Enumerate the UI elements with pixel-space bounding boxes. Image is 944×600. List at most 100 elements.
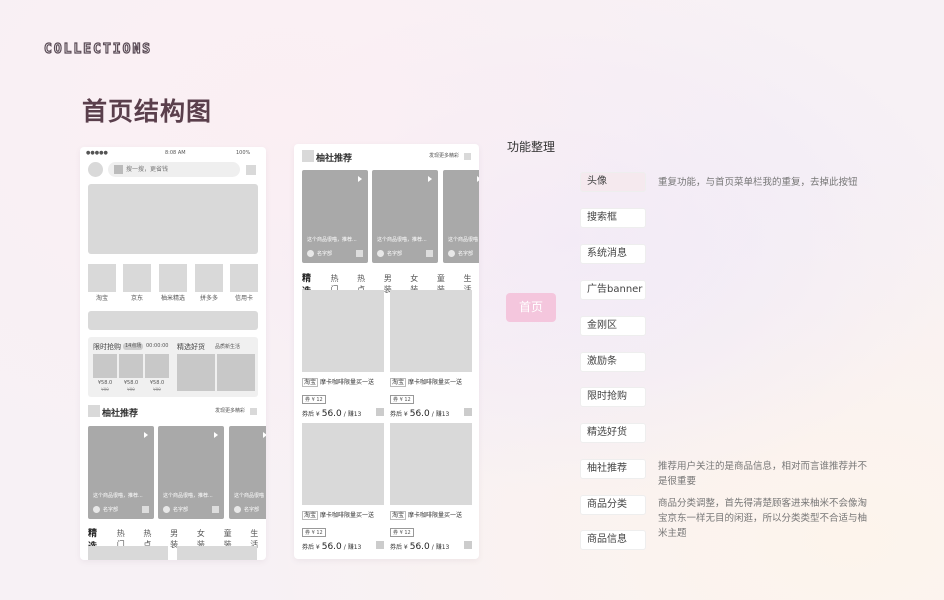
flash-item-price: ¥58.0	[123, 380, 139, 386]
rec-card[interactable]: 这个商品很喵，推荐... 名字部	[158, 426, 224, 519]
incentive-bar[interactable]	[88, 311, 258, 330]
share-icon[interactable]	[464, 541, 472, 549]
rec-card[interactable]: 这个商品很喵，推荐... 名字部	[302, 170, 368, 263]
product-card[interactable]: 淘宝 摩卡咖啡限量买一送 券 ¥ 12 券后 ¥56.0/ 赚13	[302, 290, 384, 419]
flash-sale-title[interactable]: 限时抢购	[93, 342, 121, 352]
avatar[interactable]	[88, 162, 103, 177]
play-icon	[214, 432, 218, 438]
author-name: 名字部	[458, 251, 474, 257]
product-name: 淘宝 摩卡咖啡限量买一送	[302, 377, 384, 387]
earn-value: / 赚13	[431, 411, 450, 418]
like-icon[interactable]	[426, 250, 433, 257]
flash-item-price: ¥58.0	[149, 380, 165, 386]
flash-item[interactable]: ¥58.0 ¥99	[119, 354, 143, 392]
earn-value: / 赚13	[431, 544, 450, 551]
product-price: 券后 ¥56.0/ 赚13	[390, 541, 472, 552]
like-icon[interactable]	[212, 506, 219, 513]
rec-icon	[302, 150, 314, 162]
select-goods-image[interactable]	[177, 354, 215, 391]
flash-item[interactable]: ¥58.0 ¥99	[93, 354, 117, 392]
like-icon[interactable]	[142, 506, 149, 513]
share-icon[interactable]	[376, 541, 384, 549]
product-price: 券后 ¥56.0/ 赚13	[302, 408, 384, 419]
play-icon	[358, 176, 362, 182]
play-icon	[477, 176, 479, 182]
kingkong-label: 柚米精选	[160, 295, 185, 302]
kingkong-item-credit[interactable]: 信用卡	[230, 264, 258, 302]
flash-item-image	[145, 354, 169, 378]
select-goods-subtitle: 品质新生活	[215, 344, 241, 350]
rec-card-author: 名字部	[448, 250, 473, 257]
rec-card[interactable]: 这个商品很喵，推荐... 名字部	[372, 170, 438, 263]
price-value: 56.0	[409, 409, 430, 419]
shop-tag: 淘宝	[390, 511, 407, 520]
feature-ad-banner: 广告banner	[580, 280, 646, 300]
product-image	[390, 423, 472, 505]
price-value: 56.0	[321, 542, 342, 552]
coupon-badge: 券 ¥ 12	[390, 395, 414, 404]
product-card[interactable]: 淘宝 摩卡咖啡限量买一送 券 ¥ 12 券后 ¥56.0/ 赚13	[302, 423, 384, 552]
kingkong-item-youmi[interactable]: 柚米精选	[159, 264, 187, 302]
earn-value: / 赚13	[343, 411, 362, 418]
product-image	[302, 423, 384, 505]
rec-card-author: 名字部	[163, 506, 188, 513]
home-wireframe-phone: ●●●●● 8:08 AM 100% 搜一搜，更省钱 淘宝 京东 柚米精选 拼多…	[80, 147, 266, 560]
note-product-category: 商品分类调整，首先得清楚顾客进来柚米不会像淘宝京东一样无目的闲逛，所以分类类型不…	[658, 498, 868, 539]
product-image[interactable]	[177, 546, 257, 560]
price-value: 56.0	[321, 409, 342, 419]
feature-search-box: 搜索框	[580, 208, 646, 228]
feature-system-message: 系统消息	[580, 244, 646, 264]
promo-block: 限时抢购 14点场 00:00:00 ¥58.0 ¥99 ¥58.0 ¥99 ¥58…	[88, 337, 258, 397]
share-icon[interactable]	[464, 408, 472, 416]
rec-more-arrow-icon[interactable]	[250, 408, 257, 415]
feature-community-rec: 柚社推荐	[580, 459, 646, 479]
kingkong-item-pdd[interactable]: 拼多多	[195, 264, 223, 302]
author-name: 名字部	[173, 507, 189, 513]
select-goods-title[interactable]: 精选好货	[177, 342, 205, 352]
product-image[interactable]	[88, 546, 168, 560]
flash-item-old-price: ¥99	[153, 387, 161, 392]
feature-product-info: 商品信息	[580, 530, 646, 550]
kingkong-item-jd[interactable]: 京东	[123, 264, 151, 302]
home-wireframe-phone-scrolled: 柚社推荐 发现更多精彩 这个商品很喵，推荐... 名字部 这个商品很喵，推荐...…	[294, 144, 479, 559]
kingkong-icon	[230, 264, 258, 292]
feature-avatar: 头像	[580, 172, 646, 192]
product-name: 淘宝 摩卡咖啡限量买一送	[302, 510, 384, 520]
coupon-badge: 券 ¥ 12	[390, 528, 414, 537]
rec-card-author: 名字部	[377, 250, 402, 257]
flash-item[interactable]: ¥58.0 ¥99	[145, 354, 169, 392]
rec-more-arrow-icon[interactable]	[464, 153, 471, 160]
ad-banner[interactable]	[88, 184, 258, 254]
product-card[interactable]: 淘宝 摩卡咖啡限量买一送 券 ¥ 12 券后 ¥56.0/ 赚13	[390, 290, 472, 419]
status-time: 8:08 AM	[165, 150, 186, 156]
rec-card[interactable]: 这个商品很喵 名字部	[443, 170, 479, 263]
price-value: 56.0	[409, 542, 430, 552]
price-prefix: 券后 ¥	[302, 411, 320, 418]
rec-title: 柚社推荐	[102, 409, 139, 419]
share-icon[interactable]	[376, 408, 384, 416]
feature-list-title: 功能整理	[507, 140, 556, 154]
author-name: 名字部	[103, 507, 119, 513]
price-prefix: 券后 ¥	[390, 411, 408, 418]
like-icon[interactable]	[356, 250, 363, 257]
message-icon[interactable]	[246, 165, 256, 175]
product-name: 淘宝 摩卡咖啡限量买一送	[390, 377, 472, 387]
kingkong-icon	[159, 264, 187, 292]
author-avatar	[377, 250, 384, 257]
kingkong-item-taobao[interactable]: 淘宝	[88, 264, 116, 302]
author-avatar	[307, 250, 314, 257]
play-icon	[144, 432, 148, 438]
select-goods-image[interactable]	[217, 354, 255, 391]
search-bar[interactable]: 搜一搜，更省钱	[108, 162, 240, 177]
author-avatar	[448, 250, 455, 257]
rec-card[interactable]: 这个商品很喵 名字部	[229, 426, 266, 519]
product-price: 券后 ¥56.0/ 赚13	[390, 408, 472, 419]
product-title: 摩卡咖啡限量买一送	[320, 379, 375, 386]
rec-more-link[interactable]: 发现更多精彩	[215, 409, 245, 414]
product-card[interactable]: 淘宝 摩卡咖啡限量买一送 券 ¥ 12 券后 ¥56.0/ 赚13	[390, 423, 472, 552]
rec-card[interactable]: 这个商品很喵，推荐... 名字部	[88, 426, 154, 519]
product-image	[390, 290, 472, 372]
rec-more-link[interactable]: 发现更多精彩	[429, 154, 459, 159]
feature-kingkong: 金刚区	[580, 316, 646, 336]
rec-card-desc: 这个商品很喵	[234, 493, 265, 499]
